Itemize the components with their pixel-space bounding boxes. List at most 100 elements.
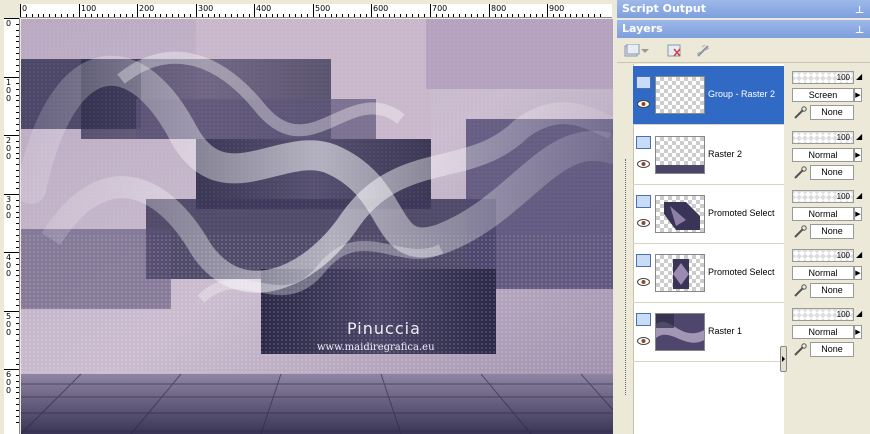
ruler-minor-tick	[400, 14, 401, 17]
ruler-minor-tick	[108, 14, 109, 17]
ruler-minor-tick	[319, 14, 320, 17]
pin-icon[interactable]: ⊥	[855, 22, 864, 40]
ruler-minor-tick	[389, 14, 390, 17]
mask-select[interactable]: None	[810, 105, 854, 120]
ruler-minor-tick	[16, 410, 19, 411]
ruler-minor-tick	[530, 14, 531, 17]
ruler-minor-tick	[16, 305, 19, 306]
ruler-minor-tick	[243, 14, 244, 17]
layer-icons	[636, 136, 652, 176]
ruler-minor-tick	[542, 14, 543, 17]
mask-link-icon[interactable]	[793, 284, 807, 298]
ruler-minor-tick	[459, 14, 460, 17]
mask-link-icon[interactable]	[793, 106, 807, 120]
ruler-minor-tick	[512, 14, 513, 17]
opacity-slider-handle-icon[interactable]: ◢	[856, 250, 862, 259]
ruler-minor-tick	[16, 392, 19, 393]
dropdown-arrow-icon[interactable]: ▶	[854, 148, 862, 162]
ruler-minor-tick	[16, 112, 19, 113]
blend-mode-select[interactable]: Screen	[792, 88, 854, 102]
opacity-slider-handle-icon[interactable]: ◢	[856, 191, 862, 200]
layers-title-bar[interactable]: Layers ⊥	[617, 20, 870, 38]
ruler-minor-tick	[16, 229, 19, 230]
dropdown-arrow-icon[interactable]	[640, 42, 650, 59]
visibility-eye-icon[interactable]	[637, 160, 650, 168]
opacity-slider[interactable]: 100	[792, 131, 854, 144]
new-layer-icon[interactable]	[623, 42, 641, 59]
visibility-eye-icon[interactable]	[637, 100, 650, 108]
dropdown-arrow-icon[interactable]: ▶	[854, 325, 862, 339]
layers-toolbar	[617, 39, 870, 63]
ruler-minor-tick	[16, 24, 19, 25]
ruler-minor-tick	[336, 14, 337, 17]
opacity-slider-handle-icon[interactable]: ◢	[856, 132, 862, 141]
visibility-eye-icon[interactable]	[637, 278, 650, 286]
script-output-title-bar[interactable]: Script Output ⊥	[617, 0, 870, 18]
mask-select[interactable]: None	[810, 165, 854, 180]
visibility-eye-icon[interactable]	[637, 219, 650, 227]
blend-mode-select[interactable]: Normal	[792, 148, 854, 162]
blend-mode-select[interactable]: Normal	[792, 266, 854, 280]
ruler-minor-tick	[16, 176, 19, 177]
ruler-minor-tick	[394, 14, 395, 17]
ruler-minor-tick	[366, 14, 367, 17]
opacity-slider-handle-icon[interactable]: ◢	[856, 72, 862, 81]
layers-list[interactable]: Group - Raster 2 Raster 2 Promoted Selec…	[617, 64, 787, 434]
opacity-slider[interactable]: 100	[792, 308, 854, 321]
ruler-minor-tick	[16, 65, 19, 66]
ruler-minor-tick	[16, 223, 19, 224]
blend-mode-select[interactable]: Normal	[792, 207, 854, 221]
panel-splitter-handle[interactable]	[780, 346, 787, 372]
ruler-minor-tick	[301, 14, 302, 17]
visibility-eye-icon[interactable]	[637, 337, 650, 345]
ruler-minor-tick	[582, 14, 583, 17]
layer-row-promoted-select-2[interactable]: Promoted Select	[633, 244, 784, 303]
opacity-slider[interactable]: 100	[792, 249, 854, 262]
ruler-minor-tick	[16, 147, 19, 148]
ruler-minor-tick	[342, 14, 343, 17]
ruler-minor-tick	[16, 89, 19, 90]
mask-select[interactable]: None	[810, 342, 854, 357]
mask-select[interactable]: None	[810, 224, 854, 239]
canvas-area[interactable]: 0 100 200 300 400 500 600 700 800 900 0 100 200 300 4…	[0, 0, 617, 434]
ruler-minor-tick	[16, 164, 19, 165]
opacity-slider[interactable]: 100	[792, 71, 854, 84]
delete-layer-icon[interactable]	[665, 42, 683, 59]
raster-layer-icon	[636, 136, 651, 149]
opacity-slider-handle-icon[interactable]: ◢	[856, 309, 862, 318]
opacity-slider[interactable]: 100	[792, 190, 854, 203]
ruler-minor-tick	[16, 387, 19, 388]
layer-icons	[636, 313, 652, 353]
ruler-minor-tick	[360, 14, 361, 17]
ruler-minor-tick	[16, 329, 19, 330]
ruler-minor-tick	[453, 14, 454, 17]
opacity-value: 100	[836, 133, 850, 142]
mask-link-icon[interactable]	[793, 225, 807, 239]
mask-link-icon[interactable]	[793, 343, 807, 357]
layer-thumbnail	[655, 254, 705, 292]
layer-row-raster-2[interactable]: Raster 2	[633, 126, 784, 185]
ruler-minor-tick	[16, 182, 19, 183]
ruler-minor-tick	[32, 14, 33, 17]
layer-row-promoted-select-1[interactable]: Promoted Select	[633, 185, 784, 244]
dropdown-arrow-icon[interactable]: ▶	[854, 88, 862, 102]
layer-properties-icon[interactable]	[695, 42, 713, 59]
ruler-minor-tick	[16, 71, 19, 72]
ruler-label: 0	[22, 4, 28, 13]
ruler-minor-tick	[67, 14, 68, 17]
layer-row-group-raster-2[interactable]: Group - Raster 2	[633, 66, 784, 125]
mask-select[interactable]: None	[810, 283, 854, 298]
ruler-minor-tick	[16, 47, 19, 48]
layer-icons	[636, 254, 652, 294]
image-canvas[interactable]: Pinuccia www.maidiregrafica.eu	[21, 19, 613, 434]
mask-link-icon[interactable]	[793, 166, 807, 180]
ruler-minor-tick	[16, 83, 19, 84]
dropdown-arrow-icon[interactable]: ▶	[854, 266, 862, 280]
opacity-value: 100	[836, 192, 850, 201]
dropdown-arrow-icon[interactable]: ▶	[854, 207, 862, 221]
ruler-minor-tick	[166, 14, 167, 17]
pin-icon[interactable]: ⊥	[855, 2, 864, 20]
layer-row-raster-1[interactable]: Raster 1	[633, 303, 784, 362]
blend-mode-select[interactable]: Normal	[792, 325, 854, 339]
raster-layer-icon	[636, 313, 651, 326]
